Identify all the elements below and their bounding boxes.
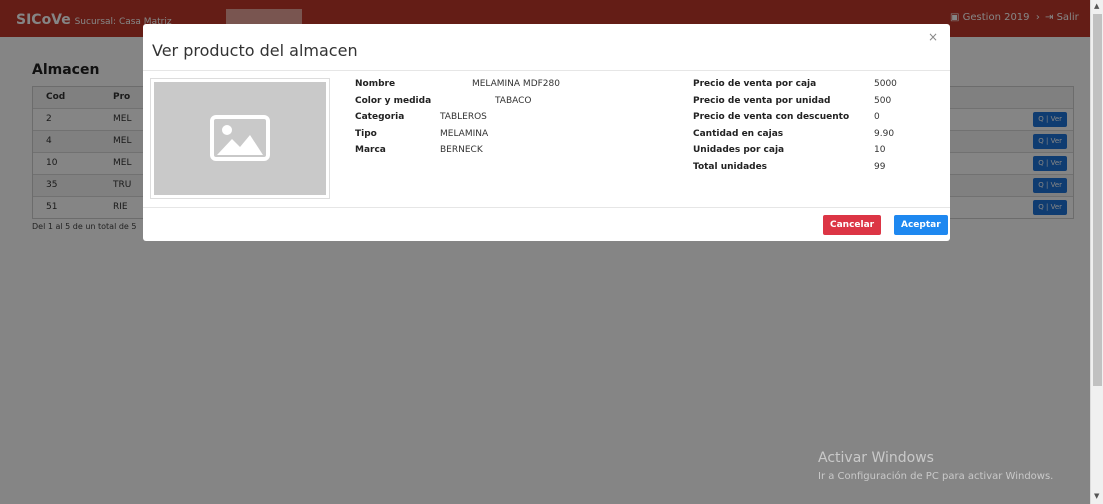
modal-title: Ver producto del almacen <box>152 41 358 60</box>
cancel-button[interactable]: Cancelar <box>823 215 882 235</box>
modal-footer-divider <box>143 207 950 208</box>
product-info-labels: Nombre Color y medida Categoria Tipo Mar… <box>355 76 431 159</box>
price-info-labels: Precio de venta por caja Precio de venta… <box>693 76 849 175</box>
label-nombre: Nombre <box>355 79 396 89</box>
label-color-medida: Color y medida <box>355 95 432 106</box>
value-marca: BERNECK <box>440 145 483 155</box>
value-total-unidades: 99 <box>874 161 886 172</box>
label-unidades-caja: Unidades por caja <box>693 145 785 155</box>
value-cantidad-cajas: 9.90 <box>874 128 895 139</box>
accept-button[interactable]: Aceptar <box>894 215 948 235</box>
label-marca: Marca <box>355 145 386 155</box>
scroll-down-icon[interactable]: ▼ <box>1094 492 1099 500</box>
value-precio-unidad: 500 <box>874 95 892 106</box>
modal-divider <box>143 70 950 71</box>
label-categoria: Categoria <box>355 112 405 122</box>
close-icon[interactable]: × <box>928 30 938 44</box>
label-precio-unidad: Precio de venta por unidad <box>693 95 831 106</box>
label-total-unidades: Total unidades <box>693 161 768 172</box>
value-precio-caja: 5000 <box>874 79 897 89</box>
label-precio-descuento: Precio de venta con descuento <box>693 112 850 122</box>
value-categoria: TABLEROS <box>440 112 487 122</box>
windows-activation-title: Activar Windows <box>818 450 934 466</box>
value-unidades-caja: 10 <box>874 145 886 155</box>
page-scrollbar[interactable]: ▲ ▼ <box>1090 0 1103 504</box>
label-precio-caja: Precio de venta por caja <box>693 79 817 89</box>
label-tipo: Tipo <box>355 128 377 139</box>
product-info-values: MELAMINA MDF280 TABACO TABLEROS MELAMINA… <box>440 76 560 159</box>
value-tipo: MELAMINA <box>440 128 489 139</box>
value-precio-descuento: 0 <box>874 112 880 122</box>
price-info-values: 5000 500 0 9.90 10 99 <box>874 76 897 175</box>
label-cantidad-cajas: Cantidad en cajas <box>693 128 784 139</box>
windows-activation-text: Ir a Configuración de PC para activar Wi… <box>818 471 1054 482</box>
product-image-frame <box>150 78 330 199</box>
value-nombre: MELAMINA MDF280 <box>471 79 560 89</box>
product-image-placeholder <box>154 82 326 195</box>
scrollbar-thumb[interactable] <box>1093 14 1102 386</box>
scroll-up-icon[interactable]: ▲ <box>1094 2 1099 10</box>
product-modal: Ver producto del almacen × Nombre Color … <box>143 24 950 241</box>
value-color-medida: TABACO <box>495 95 532 106</box>
image-placeholder-icon <box>210 115 270 161</box>
